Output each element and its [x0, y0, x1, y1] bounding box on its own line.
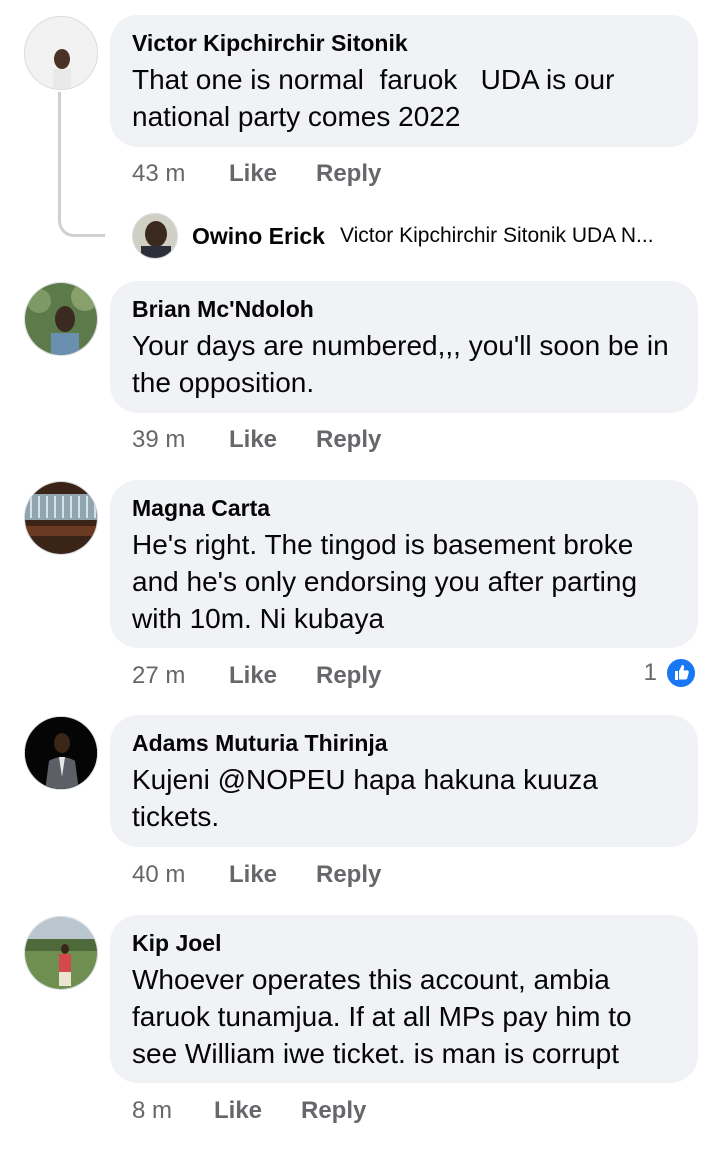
reply-author[interactable]: Owino Erick — [192, 223, 325, 250]
comment-time[interactable]: 27 m — [132, 662, 185, 690]
like-button[interactable]: Like — [229, 160, 277, 188]
comment-author[interactable]: Adams Muturia Thirinja — [132, 729, 676, 757]
reply-thread-line — [58, 92, 105, 237]
comment-text: He's right. The tingod is basement broke… — [132, 529, 645, 634]
comment-author[interactable]: Kip Joel — [132, 929, 676, 957]
reply-button[interactable]: Reply — [316, 861, 381, 889]
comment-author[interactable]: Victor Kipchirchir Sitonik — [132, 29, 676, 57]
like-reaction-icon — [665, 657, 697, 689]
comment-author[interactable]: Brian Mc'Ndoloh — [132, 295, 676, 323]
comment-author[interactable]: Magna Carta — [132, 494, 676, 522]
comment-time[interactable]: 8 m — [132, 1097, 172, 1125]
avatar[interactable] — [24, 16, 98, 90]
comment-bubble: Adams Muturia Thirinja Kujeni @NOPEU hap… — [110, 715, 698, 847]
comment-text: Whoever operates this account, ambia far… — [132, 964, 640, 1069]
avatar[interactable] — [132, 213, 178, 259]
reply-text: Victor Kipchirchir Sitonik UDA N... — [340, 224, 654, 247]
reaction-count: 1 — [643, 659, 657, 686]
reply-button[interactable]: Reply — [316, 160, 381, 188]
like-button[interactable]: Like — [229, 861, 277, 889]
comment-bubble: Brian Mc'Ndoloh Your days are numbered,,… — [110, 281, 698, 413]
comment-time[interactable]: 43 m — [132, 160, 185, 188]
avatar[interactable] — [24, 481, 98, 555]
comment-text: That one is normal faruok UDA is our nat… — [132, 64, 623, 132]
reply-button[interactable]: Reply — [316, 662, 381, 690]
like-button[interactable]: Like — [229, 426, 277, 454]
like-button[interactable]: Like — [229, 662, 277, 690]
comment-time[interactable]: 40 m — [132, 861, 185, 889]
avatar[interactable] — [24, 716, 98, 790]
comment-bubble: Victor Kipchirchir Sitonik That one is n… — [110, 15, 698, 147]
comment-bubble: Kip Joel Whoever operates this account, … — [110, 915, 698, 1083]
avatar[interactable] — [24, 916, 98, 990]
reply-button[interactable]: Reply — [316, 426, 381, 454]
reply-button[interactable]: Reply — [301, 1097, 366, 1125]
comment-time[interactable]: 39 m — [132, 426, 185, 454]
like-button[interactable]: Like — [214, 1097, 262, 1125]
reply-preview[interactable]: Owino Erick Victor Kipchirchir Sitonik U… — [132, 213, 698, 259]
comment-text: Your days are numbered,,, you'll soon be… — [132, 330, 677, 398]
avatar[interactable] — [24, 282, 98, 356]
comment-text: Kujeni @NOPEU hapa hakuna kuuza tickets. — [132, 764, 606, 832]
comment-bubble: Magna Carta He's right. The tingod is ba… — [110, 480, 698, 648]
